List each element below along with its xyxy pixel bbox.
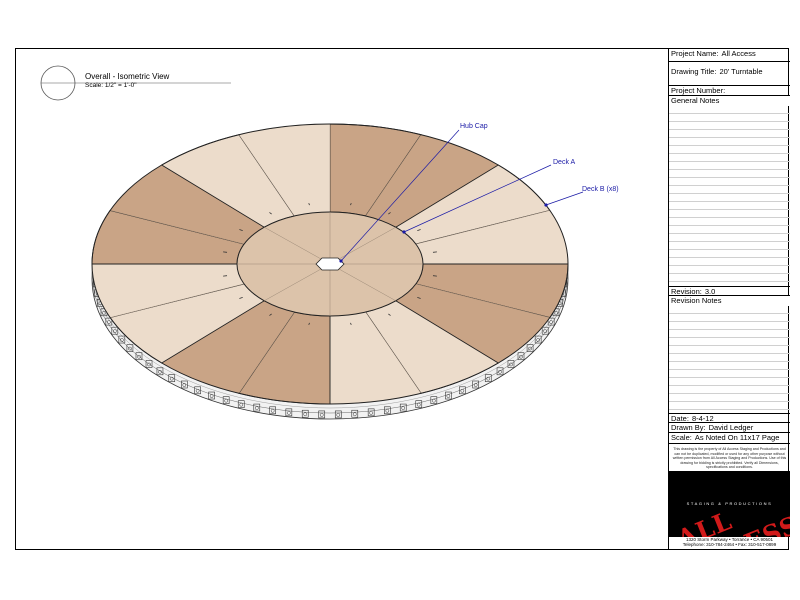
phone-line: Telephone: 310-784-2464 • Fax: 310-517-0… <box>682 542 777 548</box>
deck-a-leader-dot <box>402 230 406 234</box>
drawing-title-row: Drawing Title: 20' Turntable <box>669 62 790 86</box>
project-name-row: Project Name: All Access <box>669 49 790 62</box>
project-name-label: Project Name: <box>671 49 719 58</box>
date: 8-4-12 <box>691 414 714 423</box>
scale-label: Scale: <box>671 433 692 442</box>
general-notes-label: General Notes <box>669 96 790 106</box>
callout-hub-cap: Hub Cap <box>460 123 488 130</box>
project-number-row: Project Number: <box>669 86 790 96</box>
revision-label: Revision: <box>671 287 702 296</box>
hub-cap-leader-dot <box>339 259 343 263</box>
drawn-by-row: Drawn By: David Ledger <box>669 423 790 433</box>
hub-cap <box>315 257 345 271</box>
drawing-title-label: Drawing Title: <box>671 67 717 76</box>
view-scale: Scale: 1/2" = 1'-0" <box>85 82 137 89</box>
revision-row: Revision: 3.0 <box>669 286 790 296</box>
general-notes-area <box>669 106 790 286</box>
project-name: All Access <box>721 49 756 58</box>
project-number-label: Project Number: <box>671 86 726 95</box>
company-address: 1320 Storm Parkway • Torrance • CA 90501… <box>669 537 790 548</box>
revision-notes-label: Revision Notes <box>669 296 790 306</box>
callout-deck-b: Deck B (x8) <box>582 186 619 193</box>
revision: 3.0 <box>704 287 716 296</box>
drawing-sheet: Overall - Isometric View Scale: 1/2" = 1… <box>15 48 790 550</box>
view-title: Overall - Isometric View <box>85 72 170 81</box>
deck-b-leader <box>545 191 584 206</box>
isometric-drawing <box>40 65 584 420</box>
date-row: Date: 8-4-12 <box>669 413 790 423</box>
drawn-by: David Ledger <box>708 423 754 432</box>
company-logo: STAGING & PRODUCTIONS ALL ACCESS <box>669 471 790 537</box>
disclaimer: This drawing is the property of All Acce… <box>672 447 787 470</box>
callout-deck-a: Deck A <box>553 159 576 166</box>
title-block: Project Name: All Access Drawing Title: 20… <box>668 49 790 549</box>
drawing-title: 20' Turntable <box>719 67 763 76</box>
drawn-by-label: Drawn By: <box>671 423 706 432</box>
revision-notes-area <box>669 306 790 413</box>
scale-row: Scale: As Noted On 11x17 Page <box>669 433 790 444</box>
deck-b-leader-dot <box>544 203 548 207</box>
scale: As Noted On 11x17 Page <box>694 433 780 442</box>
date-label: Date: <box>671 414 689 423</box>
